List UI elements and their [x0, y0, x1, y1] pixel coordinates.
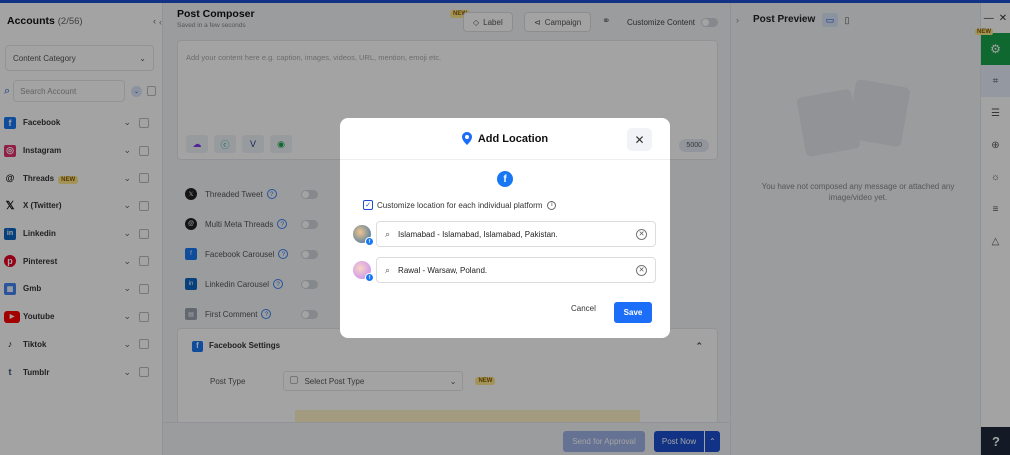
clear-icon[interactable]: ✕	[636, 228, 647, 240]
location-input[interactable]: ⌕ Islamabad - Islamabad, Islamabad, Paki…	[376, 221, 656, 247]
save-button[interactable]: Save	[614, 302, 652, 323]
close-icon: ✕	[634, 132, 645, 147]
cancel-button[interactable]: Cancel	[571, 304, 596, 313]
close-modal-button[interactable]: ✕	[627, 128, 652, 151]
facebook-icon: f	[365, 273, 374, 282]
add-location-modal: Add Location ✕ f ✓ Customize location fo…	[340, 118, 670, 338]
facebook-icon: f	[365, 237, 374, 246]
modal-title: Add Location	[477, 132, 549, 145]
avatar: f	[353, 225, 374, 246]
location-row: f ⌕ Islamabad - Islamabad, Islamabad, Pa…	[353, 221, 656, 247]
modal-header: Add Location ✕	[340, 118, 670, 160]
avatar: f	[353, 261, 374, 282]
info-icon[interactable]: i	[547, 200, 557, 210]
location-input[interactable]: ⌕ Rawal - Warsaw, Poland. ✕	[376, 257, 656, 283]
search-icon: ⌕	[385, 228, 391, 239]
location-row: f ⌕ Rawal - Warsaw, Poland. ✕	[353, 257, 656, 283]
customize-location-label: Customize location for each individual p…	[377, 200, 543, 210]
facebook-icon: f	[497, 171, 513, 187]
customize-location-checkbox[interactable]: ✓	[363, 200, 373, 210]
location-pin-icon	[461, 132, 472, 145]
search-icon: ⌕	[385, 264, 391, 275]
clear-icon[interactable]: ✕	[636, 264, 647, 276]
customize-location-option[interactable]: ✓ Customize location for each individual…	[363, 200, 557, 210]
